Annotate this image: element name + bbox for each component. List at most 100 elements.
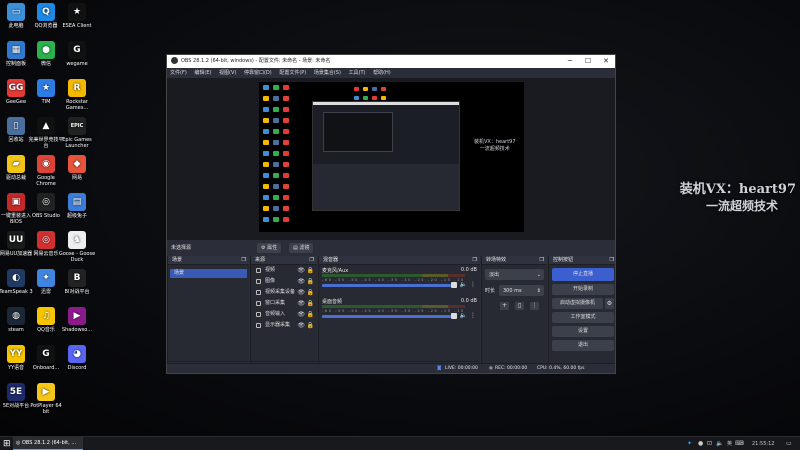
menu-view[interactable]: 视图(V) xyxy=(219,70,236,76)
transition-menu-icon[interactable]: ⋮ xyxy=(530,302,539,310)
source-item[interactable]: 图像 👁 🔒 xyxy=(251,276,317,287)
desktop-icon-label: Discord xyxy=(67,365,87,371)
tray-wechat-icon[interactable]: ● xyxy=(698,437,703,450)
desktop-icon[interactable]: R Rockstar Games... xyxy=(58,79,96,111)
menu-profile[interactable]: 配置文件(P) xyxy=(279,70,306,76)
desktop-icon[interactable]: ◕ Discord xyxy=(58,345,96,371)
preview-icon xyxy=(283,151,289,156)
close-icon[interactable]: ✕ xyxy=(597,55,615,68)
transition-type-select[interactable]: 淡出 ⌄ xyxy=(485,269,544,280)
undock-icon[interactable]: ❐ xyxy=(473,256,477,265)
add-transition-icon[interactable]: + xyxy=(500,302,509,310)
tray-lock-icon[interactable]: ⊡ xyxy=(707,437,712,450)
scene-list-item[interactable]: 场景 xyxy=(170,269,247,278)
preview-icon xyxy=(381,87,386,91)
chevron-down-icon: ⌄ xyxy=(536,272,541,278)
visibility-eye-icon[interactable]: 👁 xyxy=(297,265,305,276)
preview-icon xyxy=(354,96,359,100)
driver-icon: ▰ xyxy=(7,155,25,173)
notification-icon[interactable]: ▭ xyxy=(786,437,792,450)
desktop-icon-label: 5E对战平台 xyxy=(2,403,30,409)
netease-icon: ◆ xyxy=(68,155,86,173)
channel-gear-icon[interactable]: ⋮ xyxy=(470,312,476,319)
desktop-icon[interactable]: EPIC Epic Games Launcher xyxy=(58,117,96,149)
duration-spinbox[interactable]: 300 ms ⇕ xyxy=(499,285,544,296)
menu-scene-collection[interactable]: 场景集合(S) xyxy=(314,70,341,76)
menu-help[interactable]: 帮助(H) xyxy=(373,70,391,76)
source-item[interactable]: 窗口采集 👁 🔒 xyxy=(251,298,317,309)
desktop-icon[interactable]: Gwegame xyxy=(58,41,96,67)
channel-name: 麦克风/Aux xyxy=(322,268,349,274)
lock-icon[interactable]: 🔒 xyxy=(307,298,314,309)
tray-language[interactable]: 英 xyxy=(727,437,732,450)
desktop-icon[interactable]: ▤ 超级兔子 xyxy=(58,193,96,219)
volume-slider[interactable] xyxy=(322,284,451,287)
undock-icon[interactable]: ❐ xyxy=(242,256,246,265)
menu-docks[interactable]: 停靠窗口(D) xyxy=(244,70,272,76)
desktop-icon[interactable]: ▶ PotPlayer 64 bit xyxy=(27,383,65,415)
source-item[interactable]: 音频输入 👁 🔒 xyxy=(251,309,317,320)
visibility-eye-icon[interactable]: 👁 xyxy=(297,309,305,320)
undock-icon[interactable]: ❐ xyxy=(310,256,314,265)
taskbar-obs-app[interactable]: ◎ OBS 28.1.2 (64-bit, ... xyxy=(13,437,83,450)
studio-mode-button[interactable]: 工作室模式 xyxy=(552,312,614,323)
desktop-watermark-line2: 一流超频技术 xyxy=(705,199,778,213)
menu-edit[interactable]: 编辑(E) xyxy=(194,70,211,76)
tray-volume-icon[interactable]: 🔈 xyxy=(716,437,723,450)
source-label: 窗口采集 xyxy=(265,300,286,306)
volume-slider-handle[interactable] xyxy=(451,282,457,288)
source-item[interactable]: 显示器采集 👁 🔒 xyxy=(251,320,317,331)
minimize-icon[interactable]: ─ xyxy=(561,55,579,68)
preview-icon xyxy=(381,96,386,100)
speaker-icon[interactable]: 🔈 xyxy=(460,312,467,319)
stop-streaming-button[interactable]: 停止直播 xyxy=(552,268,614,281)
tray-bluetooth-icon[interactable]: ✦ xyxy=(687,437,692,450)
visibility-eye-icon[interactable]: 👁 xyxy=(297,276,305,287)
exit-button[interactable]: 退出 xyxy=(552,340,614,351)
speaker-icon[interactable]: 🔈 xyxy=(460,281,467,288)
settings-button[interactable]: 设置 xyxy=(552,326,614,337)
start-virtual-camera-button[interactable]: 启动虚拟摄像机 xyxy=(552,298,603,309)
source-item[interactable]: 视频采集设备 👁 🔒 xyxy=(251,287,317,298)
lock-icon[interactable]: 🔒 xyxy=(307,320,314,331)
desktop-icon[interactable]: ★ ESEA Client xyxy=(58,3,96,29)
tray-input-icon[interactable]: ⌨ xyxy=(735,437,744,450)
taskbar-clock[interactable]: 21:55:12 xyxy=(752,437,774,450)
desktop-icon-label: 微信 xyxy=(40,61,51,67)
preview-canvas[interactable]: 装机VX：heart97 一流超频技术 xyxy=(259,82,524,232)
desktop: ▭ 此电脑 Q QQ浏览器 ★ ESEA Client ▦ 控制面板 ● 微信 Gwegame GG G… xyxy=(0,0,800,436)
remove-transition-icon[interactable]: ▯ xyxy=(515,302,524,310)
desktop-icon-label: Goose - Goose Duck xyxy=(58,251,96,263)
visibility-eye-icon[interactable]: 👁 xyxy=(297,287,305,298)
video-source-icon xyxy=(256,268,261,273)
menu-tools[interactable]: 工具(T) xyxy=(349,70,366,76)
channel-gear-icon[interactable]: ⋮ xyxy=(470,281,476,288)
maximize-icon[interactable]: ☐ xyxy=(579,55,597,68)
lock-icon[interactable]: 🔒 xyxy=(307,309,314,320)
undock-icon[interactable]: ❐ xyxy=(610,256,614,265)
source-item[interactable]: 视频 👁 🔒 xyxy=(251,265,317,276)
duration-label: 时长 xyxy=(485,288,496,294)
lock-icon[interactable]: 🔒 xyxy=(307,276,314,287)
audio-mixer-dock: 混音器 ❐ 麦克风/Aux 0.0 dB -60 -55 -50 -45 -40 … xyxy=(318,256,480,373)
desktop-icon-label: wegame xyxy=(66,61,88,67)
volume-slider[interactable] xyxy=(322,315,451,318)
lock-icon[interactable]: 🔒 xyxy=(307,287,314,298)
desktop-icon[interactable]: ◆ 网易 xyxy=(58,155,96,181)
desktop-icon[interactable]: ▶ Shadowso... xyxy=(58,307,96,333)
lock-icon[interactable]: 🔒 xyxy=(307,265,314,276)
visibility-eye-icon[interactable]: 👁 xyxy=(297,298,305,309)
desktop-icon[interactable]: ♞ Goose - Goose Duck xyxy=(58,231,96,263)
desktop-icon-label: 网易 xyxy=(71,175,82,181)
virtual-camera-gear-icon[interactable]: ⚙ xyxy=(605,298,614,309)
filters-button[interactable]: ▤ 滤镜 xyxy=(289,243,314,253)
desktop-icon[interactable]: B BI对战平台 xyxy=(58,269,96,295)
mixer-channel-desktop: 桌面音频 0.0 dB -60 -55 -50 -45 -40 -35 -30 … xyxy=(322,298,477,323)
properties-button[interactable]: ⚙ 属性 xyxy=(257,243,282,253)
windows-start-icon[interactable]: ⊞ xyxy=(3,439,13,449)
start-recording-button[interactable]: 开始录制 xyxy=(552,284,614,295)
menu-file[interactable]: 文件(F) xyxy=(170,70,187,76)
visibility-eye-icon[interactable]: 👁 xyxy=(297,320,305,331)
undock-icon[interactable]: ❐ xyxy=(540,256,544,265)
volume-slider-handle[interactable] xyxy=(451,313,457,319)
